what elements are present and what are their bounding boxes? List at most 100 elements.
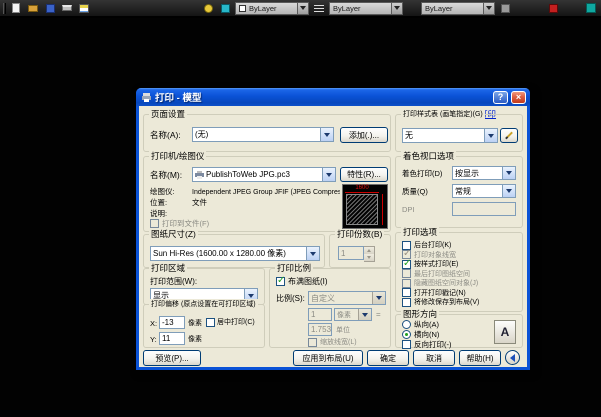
- chevron-down-icon[interactable]: [483, 2, 494, 14]
- autocad-window: ByLayer ByLayer ByLayer 打印 - 模型 ? × 页面设置…: [0, 0, 601, 417]
- landscape-radio[interactable]: [402, 330, 411, 339]
- chevron-down-icon[interactable]: [306, 247, 319, 260]
- fit-to-paper-checkbox[interactable]: [276, 275, 285, 286]
- plot-paperspace-last-checkbox[interactable]: [402, 269, 411, 278]
- edit-plot-style-button[interactable]: [500, 128, 518, 143]
- preview-button[interactable]: 预览(P)...: [143, 350, 201, 366]
- plot-icon[interactable]: [60, 1, 74, 15]
- orientation-group: 图形方向 纵向(A) 横向(N) 反向打印(-) A: [395, 309, 523, 349]
- lineweight-control-value: ByLayer: [425, 3, 453, 13]
- make-layer-current-icon[interactable]: [201, 1, 215, 15]
- less-options-button[interactable]: [505, 350, 520, 365]
- chevron-down-icon[interactable]: [391, 2, 402, 14]
- scale-unit1-combo[interactable]: 像素: [334, 308, 372, 321]
- copies-group: 打印份数(B) 1: [329, 229, 391, 268]
- group-title: 打印偏移 (原点设置在可打印区域): [149, 299, 258, 310]
- shade-plot-combo[interactable]: 按显示: [452, 166, 516, 180]
- properties-button[interactable]: 特性(R)...: [340, 167, 388, 182]
- plot-stamp-on-row: 打开打印戳记(N): [402, 288, 466, 298]
- combo-value: 无: [405, 131, 413, 140]
- toolbar-grip[interactable]: [3, 2, 6, 14]
- paper-size-combo[interactable]: Sun Hi-Res (1600.00 x 1280.00 像素): [150, 246, 320, 261]
- scale-unit2-input[interactable]: 1.753: [308, 323, 332, 336]
- shaded-viewport-group: 着色视口选项 着色打印(D) 按显示 质量(Q) 常规 DPI: [395, 151, 523, 228]
- help-button[interactable]: ?: [493, 90, 508, 104]
- plot-upside-down-checkbox[interactable]: [402, 340, 411, 349]
- group-title: 打印机/绘图仪: [149, 151, 207, 162]
- plot-to-file-checkbox[interactable]: [150, 219, 159, 228]
- scale-lineweight-checkbox[interactable]: [308, 337, 317, 347]
- plot-style-control-icon[interactable]: [498, 1, 512, 15]
- save-icon[interactable]: [43, 1, 57, 15]
- scale-label: 比例(S):: [276, 294, 305, 303]
- layers-icon[interactable]: [77, 1, 91, 15]
- combo-value: (无): [195, 130, 209, 139]
- spin-up-icon[interactable]: [364, 247, 374, 254]
- scale-unit1-input[interactable]: 1: [308, 308, 332, 321]
- chevron-down-icon[interactable]: [502, 185, 515, 197]
- location-label: 位置:: [150, 198, 168, 207]
- chevron-down-icon[interactable]: [484, 129, 497, 142]
- help-button-bottom[interactable]: 帮助(H): [459, 350, 501, 366]
- chevron-down-icon[interactable]: [320, 128, 333, 141]
- copies-spinner[interactable]: 1: [338, 246, 375, 262]
- plot-style-group: 打印样式表 (画笔指定)(G) 无: [395, 109, 523, 152]
- printer-name-combo[interactable]: PublishToWeb JPG.pc3: [192, 167, 336, 182]
- plot-dialog-icon: [140, 91, 152, 103]
- color-swatch-icon: [239, 4, 246, 12]
- option-label: 后台打印(K): [414, 242, 452, 249]
- printer-plotter-group: 打印机/绘图仪 名称(M): PublishToWeb JPG.pc3 特性(R…: [143, 151, 391, 232]
- plot-with-plot-styles-checkbox[interactable]: [402, 258, 411, 269]
- lineweight-control[interactable]: ByLayer: [421, 1, 495, 15]
- paper-preview: 1600: [342, 184, 388, 229]
- save-changes-to-layout-checkbox[interactable]: [402, 297, 411, 307]
- chevron-down-icon[interactable]: [358, 309, 371, 320]
- copies-value[interactable]: 1: [338, 246, 364, 260]
- open-folder-icon[interactable]: [26, 1, 40, 15]
- quality-label: 质量(Q): [402, 187, 428, 196]
- plot-style-combo[interactable]: 无: [402, 128, 498, 143]
- color-control[interactable]: ByLayer: [235, 1, 309, 15]
- combo-value: 自定义: [311, 293, 335, 303]
- center-plot-checkbox[interactable]: [206, 317, 215, 327]
- toolbar-icon-red-swatch[interactable]: [546, 1, 560, 15]
- cancel-button[interactable]: 取消: [413, 350, 455, 366]
- dpi-label: DPI: [402, 205, 415, 214]
- combo-value: 像素: [337, 311, 351, 319]
- printer-icon: [195, 170, 204, 179]
- dpi-input[interactable]: [452, 202, 516, 216]
- group-title: 图纸尺寸(Z): [149, 229, 198, 240]
- chevron-down-icon[interactable]: [502, 167, 515, 179]
- dialog-titlebar[interactable]: 打印 - 模型 ? ×: [136, 88, 530, 106]
- spinner-arrows[interactable]: [364, 246, 375, 262]
- group-title: 打印样式表 (画笔指定)(G): [401, 109, 485, 120]
- linetype-control[interactable]: ByLayer: [329, 1, 403, 15]
- offset-x-input[interactable]: -13: [159, 316, 185, 329]
- option-label: 按样式打印(E): [414, 261, 459, 268]
- chevron-down-icon[interactable]: [297, 2, 308, 14]
- plot-options-group: 打印选项 后台打印(K) 打印对象线宽 按样式打印(E) 最后打印图纸空间 隐藏…: [395, 227, 523, 312]
- add-page-setup-button[interactable]: 添加(.)...: [340, 127, 388, 143]
- linetype-control-value: ByLayer: [333, 3, 361, 13]
- new-file-icon[interactable]: [9, 1, 23, 15]
- spin-down-icon[interactable]: [364, 254, 374, 261]
- apply-to-layout-button[interactable]: 应用到布局(U): [293, 350, 363, 366]
- page-setup-name-combo[interactable]: (无): [192, 127, 334, 142]
- combo-value: 按显示: [455, 168, 479, 178]
- ok-button[interactable]: 确定: [367, 350, 409, 366]
- layer-previous-icon[interactable]: [218, 1, 232, 15]
- close-button[interactable]: ×: [511, 90, 526, 104]
- scale-combo[interactable]: 自定义: [308, 291, 386, 305]
- chevron-down-icon[interactable]: [322, 168, 335, 181]
- plot-stamp-on-checkbox[interactable]: [402, 288, 411, 297]
- linetype-icon[interactable]: [312, 1, 326, 15]
- toolbar-icon-teal-swatch[interactable]: [584, 1, 598, 15]
- orientation-paper-icon: A: [494, 320, 516, 344]
- offset-y-input[interactable]: 11: [159, 332, 185, 345]
- portrait-radio[interactable]: [402, 320, 411, 329]
- quality-combo[interactable]: 常规: [452, 184, 516, 198]
- plot-offset-group: 打印偏移 (原点设置在可打印区域) X: -13 像素 居中打印(C) Y: 1…: [143, 299, 265, 348]
- hide-paperspace-objects-checkbox[interactable]: [402, 278, 411, 288]
- chevron-down-icon[interactable]: [372, 292, 385, 304]
- offset-y-label: Y:: [150, 335, 157, 344]
